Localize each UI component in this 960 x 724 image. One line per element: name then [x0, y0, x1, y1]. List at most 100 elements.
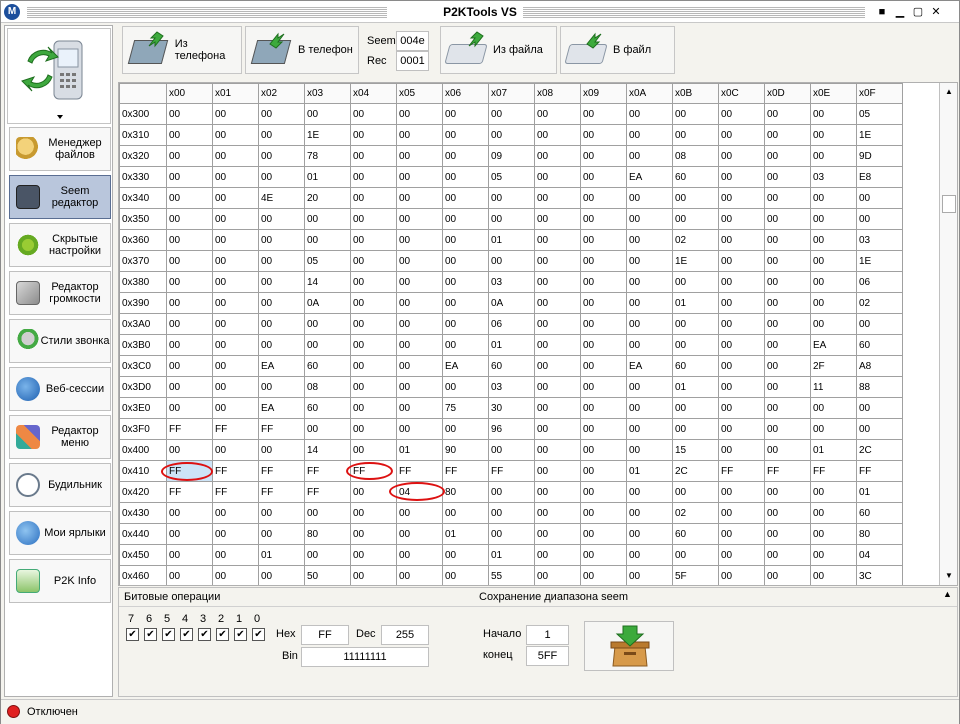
hex-cell[interactable]: 00	[718, 124, 765, 146]
hex-cell[interactable]: 96	[488, 418, 535, 440]
bit-checkbox[interactable]: ✔	[234, 628, 247, 641]
dec-value-field[interactable]: 255	[381, 625, 429, 645]
hex-cell[interactable]: 00	[672, 124, 719, 146]
hex-cell[interactable]: 00	[810, 397, 857, 419]
hex-cell[interactable]: 00	[488, 250, 535, 272]
hex-cell[interactable]: 00	[396, 397, 443, 419]
sidebar-item-volume-editor[interactable]: Редактор громкости	[9, 271, 111, 315]
hex-cell[interactable]: 00	[166, 397, 213, 419]
hex-cell[interactable]: 00	[166, 145, 213, 167]
hex-cell[interactable]: FF	[764, 460, 811, 482]
hex-cell[interactable]: FF	[258, 460, 305, 482]
hex-cell[interactable]: 00	[350, 292, 397, 314]
hex-cell[interactable]: 00	[166, 229, 213, 251]
hex-cell[interactable]: 00	[396, 523, 443, 545]
hex-cell[interactable]: 60	[672, 166, 719, 188]
hex-cell[interactable]: 00	[672, 103, 719, 125]
hex-cell[interactable]: 05	[856, 103, 903, 125]
hex-cell[interactable]: 01	[304, 166, 351, 188]
hex-cell[interactable]: 08	[672, 145, 719, 167]
hex-cell[interactable]: FF	[304, 481, 351, 503]
hex-cell[interactable]: 00	[442, 145, 489, 167]
hex-cell[interactable]: 00	[304, 544, 351, 566]
hex-cell[interactable]: 00	[626, 313, 673, 335]
hex-cell[interactable]: 00	[580, 292, 627, 314]
hex-cell[interactable]: 9D	[856, 145, 903, 167]
hex-cell[interactable]: 01	[672, 376, 719, 398]
hex-cell[interactable]: 00	[442, 103, 489, 125]
hex-cell[interactable]: 00	[718, 397, 765, 419]
hex-cell[interactable]: 00	[166, 334, 213, 356]
rec-number-field[interactable]: 0001	[396, 51, 429, 71]
hex-cell[interactable]: 00	[810, 124, 857, 146]
hex-cell[interactable]: 00	[350, 502, 397, 524]
hex-cell[interactable]: 00	[764, 376, 811, 398]
hex-cell[interactable]: 1E	[304, 124, 351, 146]
hex-cell[interactable]: 00	[350, 313, 397, 335]
hex-cell[interactable]: 00	[488, 523, 535, 545]
hex-cell[interactable]: 11	[810, 376, 857, 398]
hex-cell[interactable]: 00	[672, 313, 719, 335]
hex-cell[interactable]: 00	[396, 376, 443, 398]
hex-cell[interactable]: 00	[810, 271, 857, 293]
hex-cell[interactable]: 00	[258, 229, 305, 251]
hex-cell[interactable]: 00	[580, 397, 627, 419]
hex-cell[interactable]: 00	[856, 187, 903, 209]
hex-cell[interactable]: 00	[258, 271, 305, 293]
hex-cell[interactable]: 00	[396, 544, 443, 566]
hex-cell[interactable]: 00	[718, 103, 765, 125]
hex-cell[interactable]: 00	[212, 103, 259, 125]
hex-cell[interactable]: 00	[810, 145, 857, 167]
hex-cell[interactable]: 15	[672, 439, 719, 461]
sidebar-item-alarm-clock[interactable]: Будильник	[9, 463, 111, 507]
hex-cell[interactable]: 00	[212, 334, 259, 356]
hex-cell[interactable]: 00	[626, 103, 673, 125]
hex-cell[interactable]: 00	[580, 502, 627, 524]
hex-cell[interactable]: 00	[580, 418, 627, 440]
hex-cell[interactable]: 00	[442, 187, 489, 209]
hex-cell[interactable]: 00	[534, 271, 581, 293]
hex-cell[interactable]: 00	[212, 565, 259, 585]
hex-cell[interactable]: 00	[810, 292, 857, 314]
hex-cell[interactable]: 00	[488, 208, 535, 230]
hex-cell[interactable]: 00	[810, 208, 857, 230]
pin-button[interactable]: ■	[875, 5, 889, 19]
hex-cell[interactable]: 00	[672, 418, 719, 440]
hex-cell[interactable]: 00	[350, 565, 397, 585]
hex-cell[interactable]: 00	[212, 439, 259, 461]
hex-cell[interactable]: 00	[534, 187, 581, 209]
hex-cell[interactable]: 00	[304, 502, 351, 524]
hex-cell[interactable]: 00	[442, 271, 489, 293]
hex-cell[interactable]: 00	[396, 502, 443, 524]
hex-cell[interactable]: 00	[810, 250, 857, 272]
hex-cell[interactable]: 00	[166, 376, 213, 398]
hex-cell[interactable]: 00	[856, 208, 903, 230]
hex-cell[interactable]: EA	[810, 334, 857, 356]
hex-cell[interactable]: 00	[626, 376, 673, 398]
hex-cell[interactable]: 00	[304, 229, 351, 251]
hex-cell[interactable]: 01	[856, 481, 903, 503]
hex-cell[interactable]: 5F	[672, 565, 719, 585]
minimize-button[interactable]: ▁	[893, 5, 907, 19]
hex-cell[interactable]: 00	[764, 208, 811, 230]
hex-cell[interactable]: 00	[350, 187, 397, 209]
hex-cell[interactable]: 00	[718, 166, 765, 188]
hex-cell[interactable]: 00	[764, 502, 811, 524]
hex-cell[interactable]: 00	[810, 544, 857, 566]
hex-cell[interactable]: 00	[258, 292, 305, 314]
hex-cell[interactable]: 00	[488, 187, 535, 209]
range-end-field[interactable]: 5FF	[526, 646, 569, 666]
hex-cell[interactable]: 00	[166, 313, 213, 335]
hex-cell[interactable]: 00	[718, 271, 765, 293]
hex-cell[interactable]: 00	[166, 502, 213, 524]
hex-cell[interactable]: 00	[350, 145, 397, 167]
hex-cell[interactable]: 00	[718, 250, 765, 272]
hex-cell[interactable]: 00	[442, 418, 489, 440]
hex-cell[interactable]: 00	[580, 544, 627, 566]
hex-cell[interactable]: E8	[856, 166, 903, 188]
range-start-field[interactable]: 1	[526, 625, 569, 645]
hex-cell[interactable]: 30	[488, 397, 535, 419]
hex-cell[interactable]: 00	[166, 166, 213, 188]
collapse-panel-icon[interactable]: ▲	[943, 589, 952, 599]
hex-cell[interactable]: 00	[212, 145, 259, 167]
